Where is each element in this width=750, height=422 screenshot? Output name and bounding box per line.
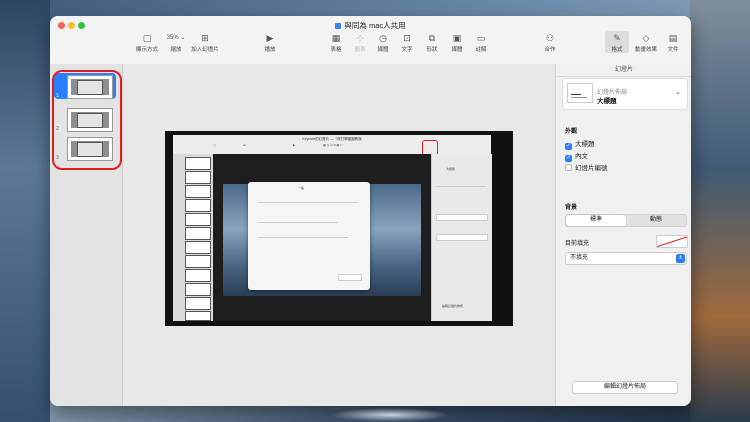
clock-icon: ◷ xyxy=(379,33,387,43)
shape-button[interactable]: ⧉ 形狀 xyxy=(422,31,442,53)
current-fill-label: 目前填充 xyxy=(565,241,590,247)
desktop-wallpaper-left xyxy=(0,0,50,422)
text-icon: ⊡ xyxy=(403,33,411,43)
collaborate-button[interactable]: ⚇ 合作 xyxy=(540,31,560,53)
edit-slide-layout-button[interactable]: 編輯幻燈片佈局 xyxy=(572,381,678,394)
comment-icon: ▭ xyxy=(476,33,486,43)
checkmark-icon: ✓ xyxy=(565,155,572,162)
checkbox-slide-number[interactable]: 幻燈片編號 xyxy=(565,162,608,172)
segment-standard[interactable]: 標準 xyxy=(566,215,626,226)
appearance-heading: 外觀 xyxy=(565,129,578,135)
keynote-doc-icon xyxy=(335,23,342,29)
format-button[interactable]: ✎ 格式 xyxy=(605,31,629,53)
fill-color-well[interactable] xyxy=(656,235,688,248)
slide-screenshot-image: Keynote的幻燈片 —「改打學圖圖教與 ▢ ⊞ ▶ ▦ ◷ ⊡ ⧉ ▣ ▭ xyxy=(173,135,492,321)
layout-thumbnail xyxy=(567,83,593,103)
title-toolbar: 與同為 mac人共用 ▢ 顯示方式 35% ⌄ 縮放 ⊞ 加入幻燈片 ▶ 播放 … xyxy=(50,16,691,65)
chart-button[interactable]: ⊹ 圖表 xyxy=(350,31,370,53)
table-button[interactable]: ▦ 表格 xyxy=(326,31,346,53)
paintbrush-icon: ✎ xyxy=(613,33,621,43)
sidebar-view-icon: ▢ xyxy=(142,33,152,43)
table-icon: ▦ xyxy=(331,33,341,43)
format-inspector: 幻燈片 幻燈片佈局 大標題 ⌄ 外觀 ✓ 大標題 ✓ 內文 幻燈片編號 背景 標準 … xyxy=(555,64,691,406)
desktop-wallpaper-right xyxy=(690,0,750,422)
collaborate-icon: ⚇ xyxy=(545,33,555,43)
add-slide-icon: ⊞ xyxy=(201,33,209,43)
play-icon: ▶ xyxy=(266,33,274,43)
fill-type-select[interactable]: 不填充 ⇕ xyxy=(565,252,687,265)
shape-icon: ⧉ xyxy=(428,33,436,43)
checkmark-icon: ✓ xyxy=(565,143,572,150)
chevron-down-icon: ⌄ xyxy=(675,89,681,96)
chart-icon: ⊹ xyxy=(356,33,364,43)
document-button[interactable]: ▤ 文件 xyxy=(663,31,683,53)
updown-arrows-icon: ⇕ xyxy=(676,254,685,263)
diamond-icon: ◇ xyxy=(642,33,650,43)
desktop-reflection xyxy=(330,408,450,422)
animate-button[interactable]: ◇ 動畫效果 xyxy=(632,31,660,53)
add-slide-button[interactable]: ⊞ 加入幻燈片 xyxy=(188,31,222,53)
background-segmented-control: 標準 動態 xyxy=(565,214,687,227)
view-button[interactable]: ▢ 顯示方式 xyxy=(130,31,164,53)
slide-canvas: Keynote的幻燈片 —「改打學圖圖教與 ▢ ⊞ ▶ ▦ ◷ ⊡ ⧉ ▣ ▭ xyxy=(123,64,555,406)
play-button[interactable]: ▶ 播放 xyxy=(260,31,280,53)
zoom-button[interactable]: 35% ⌄ 縮放 xyxy=(162,31,190,53)
slide-layout-picker[interactable]: 幻燈片佈局 大標題 ⌄ xyxy=(562,78,688,110)
zoom-value: 35% ⌄ xyxy=(166,35,186,41)
image-button[interactable]: ▣ 媒體 xyxy=(447,31,467,53)
current-slide[interactable]: Keynote的幻燈片 —「改打學圖圖教與 ▢ ⊞ ▶ ▦ ◷ ⊡ ⧉ ▣ ▭ xyxy=(165,131,513,326)
background-heading: 背景 xyxy=(565,205,578,211)
checkbox-body[interactable]: ✓ 內文 xyxy=(565,150,588,162)
segment-dynamic[interactable]: 動態 xyxy=(626,215,686,226)
keynote-window: 與同為 mac人共用 ▢ 顯示方式 35% ⌄ 縮放 ⊞ 加入幻燈片 ▶ 播放 … xyxy=(50,16,691,406)
media-button[interactable]: ◷ 媒體 xyxy=(373,31,393,53)
document-title: 與同為 mac人共用 xyxy=(50,20,691,31)
checkbox-title[interactable]: ✓ 大標題 xyxy=(565,138,595,150)
text-button[interactable]: ⊡ 文字 xyxy=(397,31,417,53)
highlight-annotation xyxy=(52,70,122,170)
inspector-tab-title: 幻燈片 xyxy=(556,64,691,77)
comment-button[interactable]: ▭ 註解 xyxy=(471,31,491,53)
image-icon: ▣ xyxy=(452,33,462,43)
document-icon: ▤ xyxy=(668,33,678,43)
